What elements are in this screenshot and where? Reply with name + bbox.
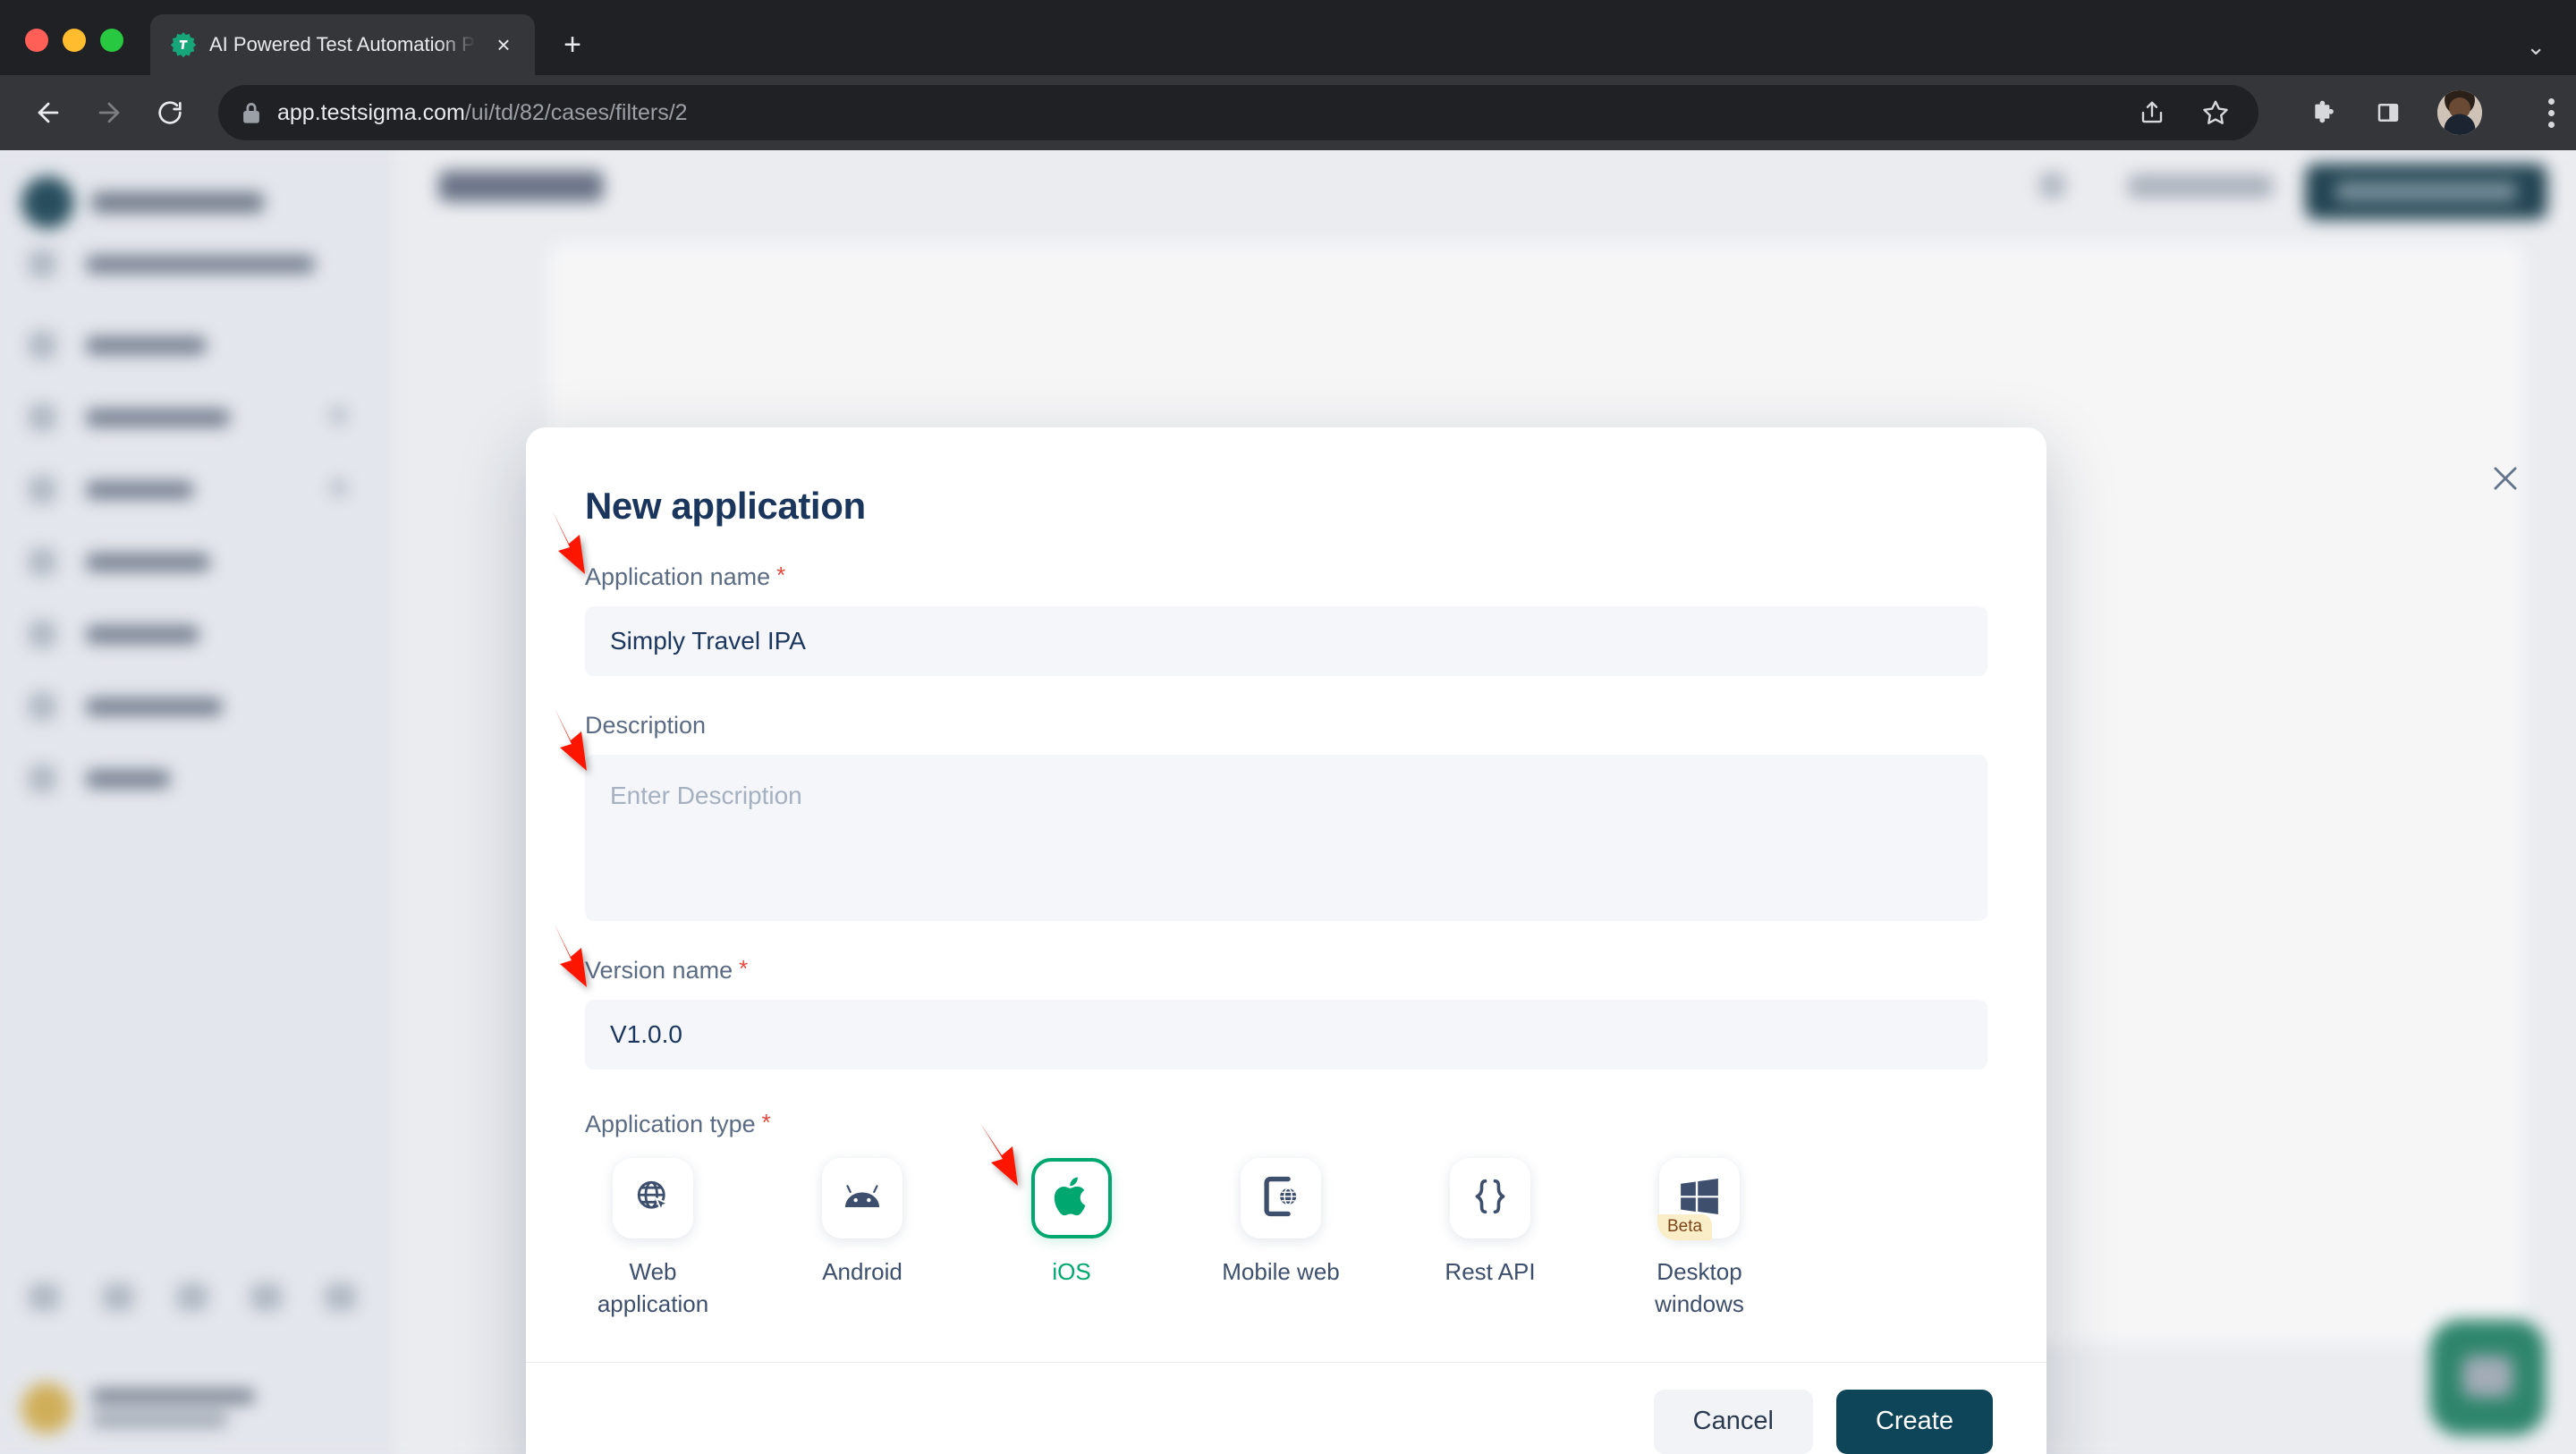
new-application-modal: New application Application name * Simpl…	[526, 427, 2046, 1454]
desktop-windows-label: Desktop windows	[1655, 1258, 1744, 1317]
modal-footer: Cancel Create	[526, 1362, 2046, 1454]
application-type-options: Web application Android iOS Mobile web R…	[585, 1158, 1987, 1321]
new-tab-button[interactable]: +	[547, 20, 597, 70]
type-option-rest-api[interactable]: Rest API	[1426, 1158, 1555, 1321]
forward-icon[interactable]	[82, 86, 136, 139]
ios-label: iOS	[1052, 1258, 1091, 1285]
tabstrip-menu-icon[interactable]: ⌄	[2526, 33, 2546, 61]
mobile-web-label: Mobile web	[1222, 1258, 1340, 1285]
type-option-mobile-web[interactable]: Mobile web	[1216, 1158, 1345, 1321]
type-option-android[interactable]: Android	[798, 1158, 927, 1321]
application-name-field: Application name * Simply Travel IPA	[585, 563, 1987, 676]
share-icon[interactable]	[2139, 99, 2165, 126]
cancel-button[interactable]: Cancel	[1653, 1389, 1813, 1454]
mobile-web-card[interactable]	[1241, 1158, 1321, 1238]
application-name-label: Application name *	[585, 563, 1987, 591]
type-option-web-application[interactable]: Web application	[589, 1158, 717, 1321]
create-button[interactable]: Create	[1835, 1389, 1993, 1454]
back-icon[interactable]	[21, 86, 75, 139]
tab-title: AI Powered Test Automation P	[209, 33, 475, 55]
application-type-label-text: Application type	[585, 1111, 756, 1137]
windows-logo-icon	[1681, 1178, 1718, 1219]
ios-card[interactable]	[1031, 1158, 1112, 1238]
type-option-ios[interactable]: iOS	[1007, 1158, 1136, 1321]
extensions-puzzle-icon[interactable]	[2310, 98, 2339, 127]
application-name-label-text: Application name	[585, 563, 771, 590]
android-label: Android	[822, 1258, 902, 1285]
android-card[interactable]	[822, 1158, 902, 1238]
description-field: Description Enter Description	[585, 712, 1987, 921]
desktop-windows-card[interactable]: Beta	[1657, 1158, 1740, 1240]
phone-globe-icon	[1263, 1176, 1299, 1222]
version-name-label: Version name *	[585, 957, 1987, 985]
required-asterisk: *	[739, 955, 749, 982]
web-application-card[interactable]	[613, 1158, 693, 1238]
url-host: app.testsigma.com	[277, 99, 465, 125]
address-bar[interactable]: app.testsigma.com/ui/td/82/cases/filters…	[218, 85, 2258, 140]
tab-close-icon[interactable]: ×	[488, 30, 519, 60]
description-textarea[interactable]: Enter Description	[585, 755, 1987, 921]
reload-icon[interactable]	[143, 86, 197, 139]
close-window-button[interactable]	[25, 29, 48, 52]
minimize-window-button[interactable]	[63, 29, 86, 52]
browser-window: AI Powered Test Automation P × + ⌄ app.t…	[0, 0, 2576, 1454]
application-type-label: Application type *	[585, 1111, 1987, 1138]
url-path: /ui/td/82/cases/filters/2	[464, 99, 688, 125]
app-page: New application Application name * Simpl…	[0, 150, 2576, 1454]
description-label-text: Description	[585, 712, 707, 739]
description-label: Description	[585, 712, 1987, 740]
side-panel-icon[interactable]	[2375, 99, 2402, 126]
curly-braces-icon	[1472, 1177, 1508, 1221]
beta-badge: Beta	[1657, 1214, 1713, 1240]
window-traffic-lights	[25, 29, 123, 75]
required-asterisk: *	[776, 562, 786, 588]
modal-body: New application Application name * Simpl…	[526, 427, 2046, 1362]
version-name-label-text: Version name	[585, 957, 733, 984]
application-name-input[interactable]: Simply Travel IPA	[585, 606, 1987, 676]
profile-avatar[interactable]	[2437, 90, 2482, 135]
application-type-field: Application type * Web application Andro…	[585, 1111, 1987, 1321]
lock-icon	[242, 101, 261, 124]
apple-icon	[1054, 1175, 1089, 1222]
testsigma-logo-icon	[170, 31, 197, 58]
browser-tab[interactable]: AI Powered Test Automation P ×	[150, 14, 535, 75]
modal-title: New application	[585, 485, 866, 527]
maximize-window-button[interactable]	[100, 29, 123, 52]
bookmark-star-icon[interactable]	[2201, 98, 2230, 127]
browser-tabstrip: AI Powered Test Automation P × + ⌄	[0, 0, 2576, 75]
globe-cursor-icon	[634, 1178, 672, 1220]
toolbar-extension-icons	[2310, 90, 2555, 135]
version-name-input[interactable]: V1.0.0	[585, 1000, 1987, 1069]
web-application-label: Web application	[597, 1258, 709, 1317]
kebab-menu-icon[interactable]	[2548, 97, 2555, 128]
type-option-desktop-windows[interactable]: Beta Desktop windows	[1635, 1158, 1764, 1321]
version-name-field: Version name * V1.0.0	[585, 957, 1987, 1069]
url-text: app.testsigma.com/ui/td/82/cases/filters…	[277, 100, 688, 126]
rest-api-card[interactable]	[1450, 1158, 1530, 1238]
modal-close-icon[interactable]	[2485, 458, 2526, 499]
rest-api-label: Rest API	[1445, 1258, 1536, 1285]
android-robot-icon	[843, 1183, 882, 1214]
browser-toolbar: app.testsigma.com/ui/td/82/cases/filters…	[0, 75, 2576, 150]
required-asterisk: *	[761, 1109, 771, 1136]
